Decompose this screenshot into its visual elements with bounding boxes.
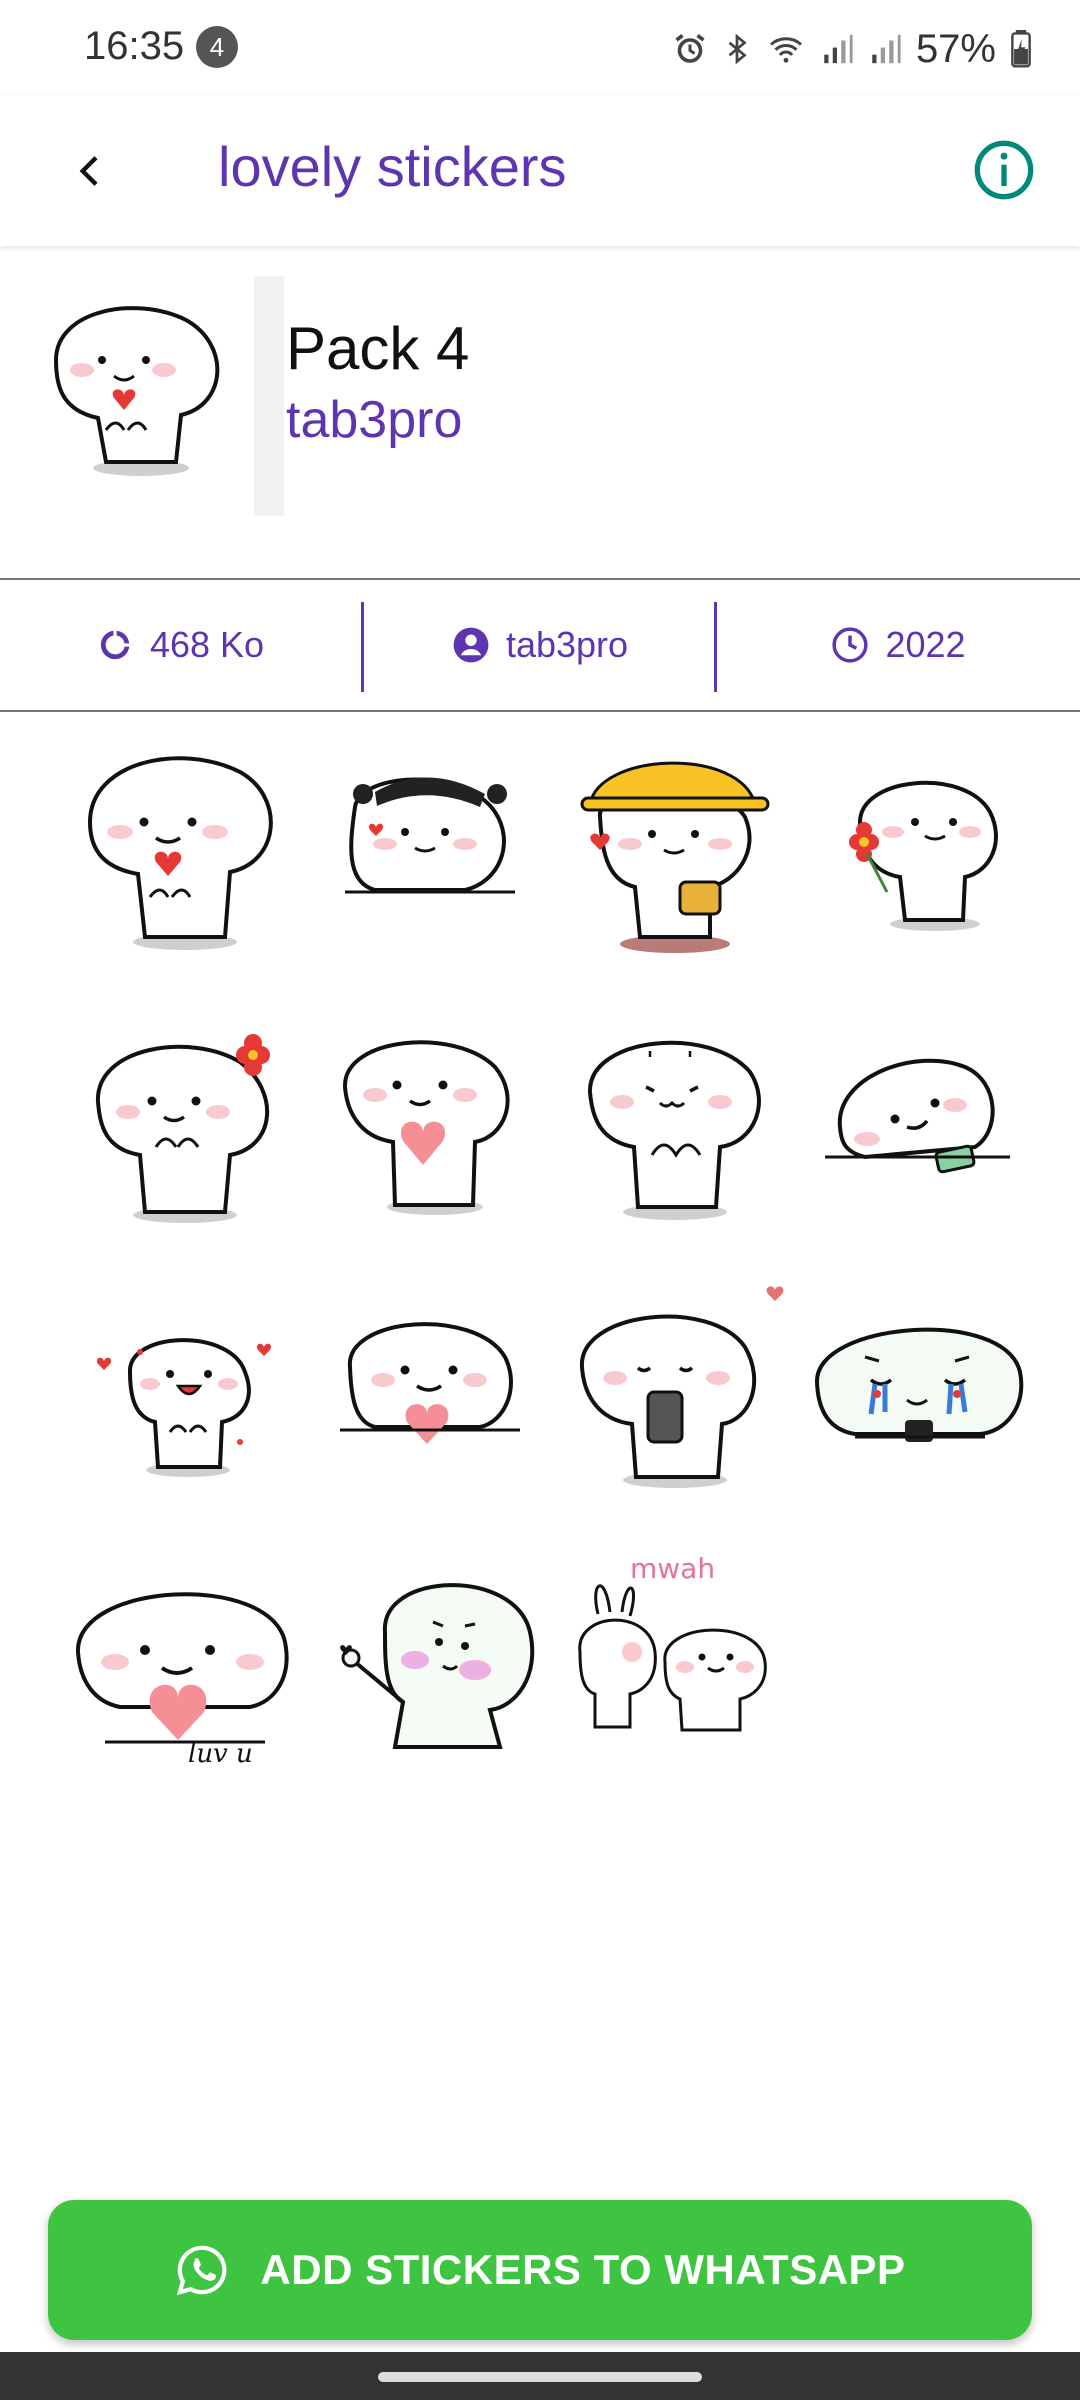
notification-count-badge: 4 [196,26,238,68]
alarm-icon [675,34,705,63]
status-bar: 16:35 4 57% [0,0,1080,96]
wifi-icon [769,37,802,63]
status-time: 16:35 [84,24,185,68]
sticker-finger-heart[interactable] [315,1542,545,1772]
whatsapp-icon [177,2245,227,2296]
system-nav-bar [0,2352,1080,2400]
info-icon [974,140,1034,200]
status-icons: 57% [672,24,1032,74]
pack-author: tab3pro [364,580,716,710]
app-title: lovely stickers [218,135,567,198]
pack-name: Pack 4 [286,315,470,382]
pack-size: 468 Ko [0,580,360,710]
sticker-happy[interactable] [70,1272,300,1502]
gesture-handle[interactable] [378,2372,702,2382]
pack-year: 2022 [717,580,1080,710]
size-icon [100,630,130,660]
pack-tray-icon [36,290,236,490]
signal-icon [872,34,901,64]
back-button[interactable] [56,136,126,206]
sticker-flower[interactable] [805,732,1035,962]
battery-percent: 57% [915,26,996,71]
account-icon [453,627,489,663]
sticker-flower-hair[interactable] [70,1007,300,1237]
battery-icon [1011,30,1031,68]
chevron-left-icon [79,156,98,186]
sticker-pigtails[interactable] [315,732,545,962]
signal-icon [824,34,853,64]
app-bar: lovely stickers [0,96,1080,246]
pack-size-label: 468 Ko [149,624,265,665]
sticker-mwah[interactable]: mwah [560,1542,790,1772]
sticker-luv-u[interactable]: luv u [70,1542,300,1772]
divider [254,276,284,516]
sticker-phone[interactable] [560,1272,790,1502]
sticker-yellow-hat[interactable] [560,732,790,962]
info-button[interactable] [964,130,1044,210]
sticker-mwah-text: mwah [630,1552,715,1585]
pack-year-label: 2022 [885,624,966,665]
sticker-crying[interactable] [805,1272,1035,1502]
add-to-whatsapp-button[interactable]: ADD STICKERS TO WHATSAPP [48,2200,1032,2340]
sticker-heart[interactable] [315,1007,545,1237]
add-to-whatsapp-label: ADD STICKERS TO WHATSAPP [260,2246,906,2293]
sticker-heart-hands[interactable] [70,732,300,962]
clock-icon [832,627,869,663]
pack-publisher: tab3pro [286,391,463,449]
pack-info-bar: 468 Ko tab3pro 2022 [0,578,1080,712]
sticker-lying-phone[interactable] [805,1007,1035,1237]
pack-author-label: tab3pro [505,624,629,665]
pack-header: Pack 4 tab3pro [0,262,1080,522]
bluetooth-icon [728,33,747,65]
sticker-heart-small[interactable] [315,1272,545,1502]
sticker-shy[interactable] [560,1007,790,1237]
sticker-luv-u-text: luv u [188,1739,253,1769]
